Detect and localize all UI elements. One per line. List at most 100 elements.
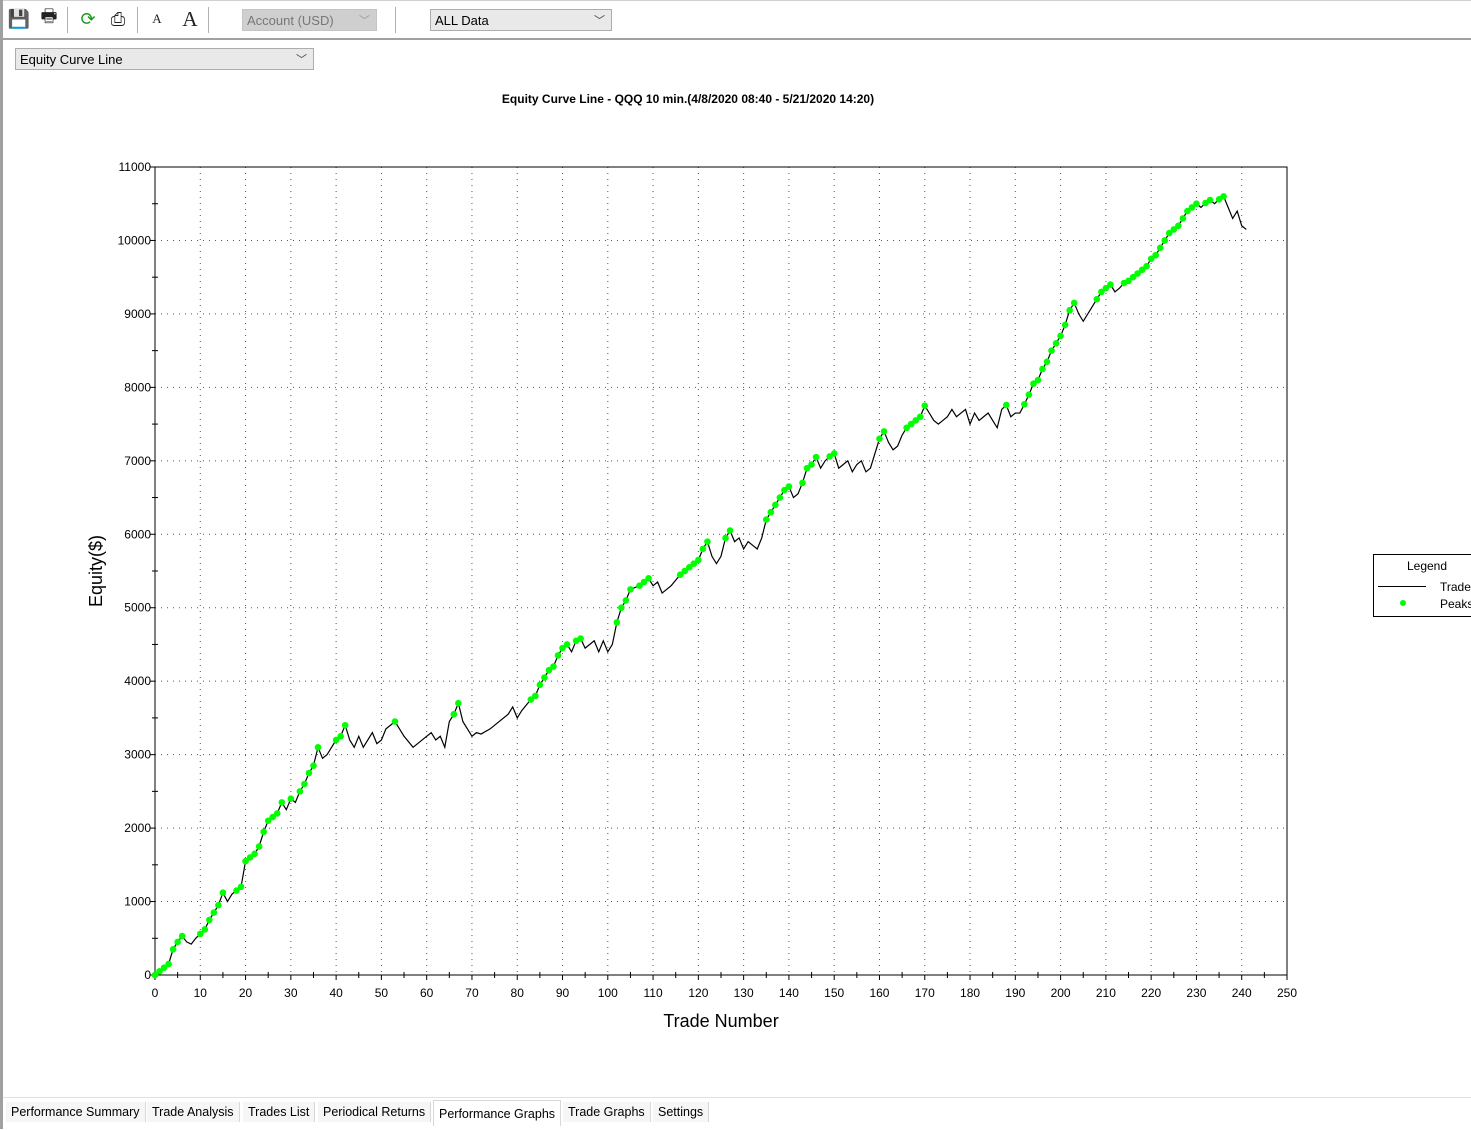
peak-point bbox=[450, 710, 458, 718]
legend-title: Legend bbox=[1406, 559, 1448, 573]
peak-point bbox=[1025, 391, 1033, 399]
peak-point bbox=[1179, 215, 1187, 222]
peak-point bbox=[391, 718, 399, 725]
peak-point bbox=[921, 402, 929, 410]
x-tick-label: 50 bbox=[375, 986, 389, 1000]
y-tick-label: 4000 bbox=[124, 674, 151, 688]
peak-point bbox=[278, 799, 286, 806]
peak-point bbox=[1143, 262, 1150, 270]
x-tick-label: 90 bbox=[556, 986, 570, 1000]
peak-point bbox=[210, 909, 218, 916]
peak-point bbox=[251, 850, 258, 858]
tab-trades-list[interactable]: Trades List bbox=[243, 1102, 316, 1122]
peak-point bbox=[1220, 193, 1227, 200]
peak-point bbox=[563, 641, 571, 648]
peak-point bbox=[455, 699, 462, 707]
peak-point bbox=[337, 732, 344, 740]
y-tick-label: 7000 bbox=[124, 454, 151, 468]
peak-point bbox=[726, 527, 734, 534]
x-tick-label: 170 bbox=[915, 986, 935, 1000]
peak-point bbox=[699, 545, 707, 553]
y-tick-label: 3000 bbox=[124, 748, 151, 762]
peak-point bbox=[1052, 339, 1060, 347]
x-tick-label: 140 bbox=[779, 986, 799, 1000]
peak-point bbox=[1034, 376, 1042, 384]
peak-point bbox=[812, 453, 820, 461]
x-tick-label: 160 bbox=[869, 986, 889, 1000]
x-tick-label: 210 bbox=[1096, 986, 1116, 1000]
peak-point bbox=[310, 762, 317, 769]
peak-point bbox=[1021, 400, 1028, 408]
peak-point bbox=[1193, 200, 1200, 208]
tab-trade-analysis[interactable]: Trade Analysis bbox=[147, 1102, 240, 1122]
peak-point bbox=[532, 692, 539, 700]
peak-point bbox=[554, 652, 562, 659]
peak-point bbox=[1048, 347, 1055, 354]
peak-point bbox=[830, 450, 838, 457]
legend: Legend Trades Peaks bbox=[1373, 554, 1471, 617]
x-tick-label: 110 bbox=[644, 986, 663, 1000]
peak-point bbox=[201, 926, 209, 933]
tab-bar: Performance Summary Trade Analysis Trade… bbox=[3, 1097, 1471, 1130]
x-tick-label: 200 bbox=[1051, 986, 1071, 1000]
peak-point bbox=[916, 413, 924, 421]
peak-point bbox=[255, 843, 263, 850]
peak-point bbox=[1061, 321, 1069, 329]
peak-point bbox=[627, 586, 634, 593]
peak-point bbox=[305, 769, 313, 777]
peak-point bbox=[1152, 251, 1159, 259]
peak-point bbox=[206, 916, 213, 924]
peak-point bbox=[876, 435, 883, 443]
tab-settings[interactable]: Settings bbox=[653, 1102, 710, 1122]
x-tick-label: 250 bbox=[1277, 986, 1297, 1000]
peak-point bbox=[178, 932, 186, 940]
peak-point bbox=[695, 556, 702, 564]
peak-point bbox=[215, 901, 222, 909]
x-tick-label: 100 bbox=[598, 986, 618, 1000]
peak-point bbox=[1175, 222, 1182, 230]
tab-performance-summary[interactable]: Performance Summary bbox=[6, 1102, 146, 1122]
peak-point bbox=[772, 501, 779, 509]
peak-point bbox=[722, 534, 729, 542]
peak-point bbox=[1039, 365, 1046, 373]
peak-point bbox=[613, 619, 621, 626]
y-tick-label: 6000 bbox=[124, 527, 151, 541]
y-tick-label: 1000 bbox=[124, 895, 151, 909]
peak-point bbox=[287, 795, 295, 803]
peak-point bbox=[1107, 281, 1114, 288]
y-tick-label: 5000 bbox=[124, 601, 151, 615]
y-tick-label: 0 bbox=[144, 968, 151, 982]
peak-point bbox=[1066, 306, 1073, 314]
legend-item-peaks: Peaks bbox=[1440, 597, 1471, 611]
peak-point bbox=[1093, 295, 1101, 303]
peak-point bbox=[536, 681, 544, 689]
x-tick-label: 40 bbox=[329, 986, 343, 1000]
x-tick-label: 10 bbox=[194, 986, 208, 1000]
legend-line-swatch bbox=[1378, 586, 1426, 587]
y-tick-label: 11000 bbox=[119, 160, 152, 174]
equity-chart: 0 10 20 30 40 50 60 70 80 90 100 110 120 130 140 150 160… bbox=[86, 160, 1297, 1031]
peak-point bbox=[767, 508, 775, 516]
x-tick-label: 60 bbox=[420, 986, 434, 1000]
peak-point bbox=[808, 461, 815, 468]
peak-point bbox=[1043, 358, 1051, 365]
x-tick-label: 190 bbox=[1005, 986, 1025, 1000]
peak-point bbox=[776, 494, 784, 501]
tab-performance-graphs[interactable]: Performance Graphs bbox=[433, 1100, 562, 1126]
x-tick-label: 80 bbox=[511, 986, 525, 1000]
peak-point bbox=[165, 960, 172, 968]
peak-point bbox=[169, 945, 177, 953]
peak-point bbox=[296, 788, 304, 795]
tab-trade-graphs[interactable]: Trade Graphs bbox=[563, 1102, 651, 1122]
y-tick-label: 2000 bbox=[124, 821, 151, 835]
y-tick-label: 9000 bbox=[124, 307, 151, 321]
peak-point bbox=[762, 516, 770, 523]
x-tick-label: 130 bbox=[734, 986, 754, 1000]
x-tick-label: 120 bbox=[688, 986, 708, 1000]
peak-point bbox=[577, 635, 584, 642]
y-tick-label: 10000 bbox=[118, 233, 152, 247]
y-axis-label: Equity($) bbox=[86, 535, 106, 607]
tab-periodical-returns[interactable]: Periodical Returns bbox=[318, 1102, 432, 1122]
x-tick-label: 180 bbox=[960, 986, 980, 1000]
x-tick-label: 240 bbox=[1232, 986, 1252, 1000]
